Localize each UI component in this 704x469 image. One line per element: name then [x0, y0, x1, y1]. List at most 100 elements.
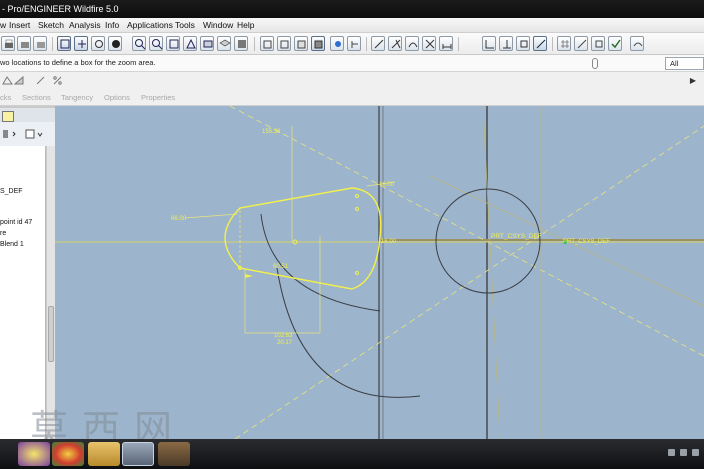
centerline	[482, 106, 501, 439]
tree-item[interactable]: S_DEF	[0, 188, 23, 195]
blend-percent-icon[interactable]	[52, 75, 63, 86]
sketch-arc-icon[interactable]	[405, 36, 419, 51]
print-preview-button[interactable]	[17, 36, 31, 51]
sketch-done-icon[interactable]	[608, 36, 622, 51]
tab-references[interactable]: cks	[0, 93, 11, 102]
dimension-text[interactable]: 102.63	[274, 333, 293, 339]
sketch-point[interactable]	[355, 194, 359, 198]
sketch-close-icon[interactable]	[630, 36, 644, 51]
tray-icon[interactable]	[668, 449, 675, 456]
model-tree-icon[interactable]	[347, 36, 361, 51]
toolbar-separator	[52, 37, 53, 51]
dashboard: ▶	[0, 72, 704, 90]
toolbar-separator	[366, 37, 367, 51]
sketch-text-icon[interactable]	[499, 36, 513, 51]
sketch-grid-icon[interactable]	[557, 36, 571, 51]
menu-window[interactable]: Window	[203, 20, 233, 30]
scrollbar-thumb[interactable]	[48, 306, 54, 362]
tree-item[interactable]: Blend 1	[0, 241, 24, 248]
blend-surface-icon[interactable]	[14, 75, 25, 86]
toolbar-separator	[552, 37, 553, 51]
sketch-dimension-icon[interactable]	[439, 36, 453, 51]
wireframe-icon[interactable]	[260, 36, 274, 51]
view-manager-icon[interactable]	[234, 36, 248, 51]
tree-item[interactable]: point id 47	[0, 219, 32, 226]
dimension-line	[184, 213, 239, 219]
app-icon[interactable]	[158, 442, 190, 466]
sketch-trim-icon[interactable]	[422, 36, 436, 51]
tab-options[interactable]: Options	[104, 93, 130, 102]
csys-label-secondary[interactable]: PRT_CSYS_DEF	[563, 239, 610, 245]
volume-icon[interactable]	[692, 449, 699, 456]
menu-applications[interactable]: Applications	[127, 20, 173, 30]
dimension-text[interactable]: 20.17	[277, 340, 293, 346]
chrome-icon[interactable]	[52, 442, 84, 466]
csys-label[interactable]: PRT_CSYS_DEF	[491, 233, 542, 240]
saved-views-icon[interactable]	[200, 36, 214, 51]
menu-analysis[interactable]: Analysis	[69, 20, 101, 30]
menu-help[interactable]: Help	[237, 20, 254, 30]
construction-arc[interactable]	[260, 213, 381, 312]
dimension-text[interactable]: 66.00	[171, 216, 187, 222]
tab-properties[interactable]: Properties	[141, 93, 175, 102]
menu-insert[interactable]: Insert	[9, 20, 30, 30]
dimension-text[interactable]: 16.00	[379, 182, 395, 188]
dimension-text[interactable]: 16.00	[381, 239, 397, 245]
navigator-tabs	[0, 108, 55, 122]
datum-display-icon[interactable]	[330, 36, 344, 51]
graphics-window[interactable]: 155.38 16.00 66.00 60.51 102.63 20.17 16…	[55, 106, 704, 439]
spin-center-button[interactable]	[74, 36, 88, 51]
tab-tangency[interactable]: Tangency	[61, 93, 93, 102]
sketch-profile[interactable]	[224, 187, 382, 290]
menu-info[interactable]: Info	[105, 20, 119, 30]
tray-icon[interactable]	[680, 449, 687, 456]
zoom-out-icon[interactable]	[149, 36, 163, 51]
menu-sketch[interactable]: Sketch	[38, 20, 64, 30]
start-arrow-icon[interactable]	[245, 274, 253, 278]
reorient-icon[interactable]	[183, 36, 197, 51]
window-titlebar: - Pro/ENGINEER Wildfire 5.0	[0, 0, 704, 18]
sketch-diagnostic-icon[interactable]	[591, 36, 605, 51]
sketch-point[interactable]	[355, 207, 359, 211]
hidden-line-icon[interactable]	[277, 36, 291, 51]
sketch-constraint-icon[interactable]	[482, 36, 496, 51]
model-tree: S_DEF point id 47 re Blend 1	[0, 146, 46, 439]
refit-icon[interactable]	[166, 36, 180, 51]
orient-mode-button[interactable]	[91, 36, 105, 51]
dimension-text[interactable]: 155.38	[262, 129, 281, 135]
sketch-point[interactable]	[355, 271, 359, 275]
settings-icon[interactable]	[24, 128, 46, 140]
shading-icon[interactable]	[311, 36, 325, 51]
no-hidden-icon[interactable]	[294, 36, 308, 51]
print-button[interactable]	[1, 36, 15, 51]
selection-filter-dropdown[interactable]: All	[665, 57, 704, 70]
sketch-vertex-icon[interactable]	[574, 36, 588, 51]
tree-item[interactable]: re	[0, 230, 6, 237]
export-button[interactable]	[33, 36, 47, 51]
show-tree-icon[interactable]	[2, 128, 16, 140]
redraw-button[interactable]	[57, 36, 71, 51]
menu-bar: w Insert Sketch Analysis Info Applicatio…	[0, 18, 704, 33]
start-button[interactable]	[18, 442, 50, 466]
status-message: wo locations to define a box for the zoo…	[0, 58, 156, 67]
blend-sections-icon[interactable]	[2, 75, 13, 86]
dimension-text[interactable]: 60.51	[273, 264, 289, 270]
sketch-line-icon[interactable]	[371, 36, 385, 51]
proengineer-task-button[interactable]	[122, 442, 154, 466]
display-style-button[interactable]	[108, 36, 122, 51]
layers-icon[interactable]	[217, 36, 231, 51]
blend-edit-icon[interactable]	[35, 75, 46, 86]
thermometer-icon	[592, 58, 598, 69]
tab-sections[interactable]: Sections	[22, 93, 51, 102]
model-tree-scrollbar[interactable]	[47, 146, 55, 439]
sketch-palette-icon[interactable]	[516, 36, 530, 51]
menu-view[interactable]: w	[0, 20, 6, 30]
sketch-modify-icon[interactable]	[533, 36, 547, 51]
sketch-canvas[interactable]: 155.38 16.00 66.00 60.51 102.63 20.17 16…	[55, 106, 704, 439]
dashboard-expand-icon[interactable]: ▶	[690, 76, 696, 85]
sketch-line-tangent-icon[interactable]	[388, 36, 402, 51]
file-explorer-icon[interactable]	[88, 442, 120, 466]
model-tree-tab[interactable]	[2, 111, 14, 122]
zoom-in-icon[interactable]	[132, 36, 146, 51]
menu-tools[interactable]: Tools	[175, 20, 195, 30]
